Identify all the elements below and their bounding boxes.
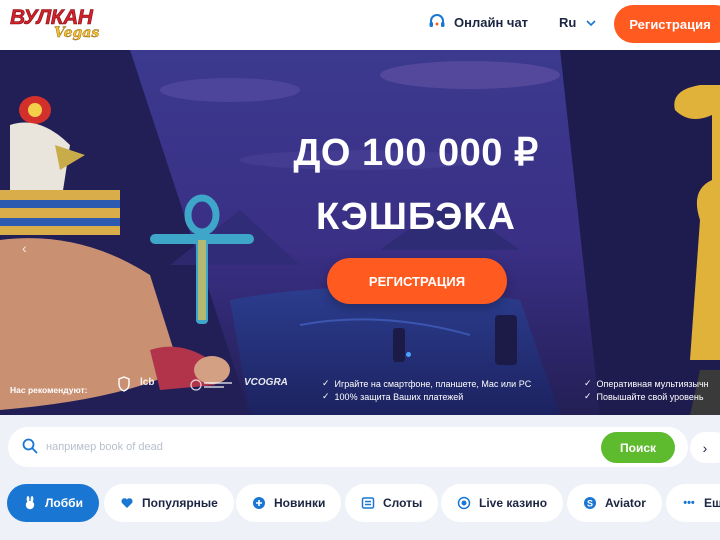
chevron-down-icon bbox=[586, 19, 596, 26]
shield-icon bbox=[118, 376, 130, 392]
search-button[interactable]: Поиск bbox=[601, 432, 675, 463]
chevron-left-icon[interactable]: ‹ bbox=[22, 240, 27, 256]
tab-label: Слоты bbox=[383, 496, 423, 510]
search-input[interactable] bbox=[46, 437, 586, 457]
online-chat-link[interactable]: Онлайн чат bbox=[428, 14, 528, 30]
tab-live-casino[interactable]: Live казино bbox=[441, 484, 564, 522]
partner-ecogra-label: VCOGRA bbox=[244, 377, 288, 388]
tab-new[interactable]: Новинки bbox=[236, 484, 342, 522]
check-icon: ✓ bbox=[322, 378, 330, 388]
next-button[interactable]: › bbox=[690, 432, 720, 463]
tab-label: Популярные bbox=[142, 496, 218, 510]
logo[interactable]: ВУЛКАН Vegas bbox=[10, 6, 110, 46]
slots-icon bbox=[361, 497, 375, 509]
live-icon bbox=[457, 496, 471, 510]
tab-label: Ещ bbox=[704, 496, 720, 510]
more-icon: ••• bbox=[683, 497, 695, 509]
chevron-right-icon: › bbox=[702, 439, 708, 456]
feature-item: ✓ Повышайте свой уровень bbox=[584, 391, 704, 402]
feature-item: ✓ Оперативная мультиязычн bbox=[584, 378, 709, 389]
tab-lobby[interactable]: Лобби bbox=[7, 484, 99, 522]
search-bar bbox=[8, 427, 688, 467]
language-select[interactable]: Ru bbox=[559, 15, 596, 30]
feature-item: ✓ Играйте на смартфоне, планшете, Mac ил… bbox=[322, 378, 531, 389]
tab-more[interactable]: ••• Ещ bbox=[666, 484, 720, 522]
headset-icon bbox=[429, 14, 445, 27]
aviator-icon: S bbox=[584, 497, 596, 509]
search-icon bbox=[22, 438, 38, 454]
tab-label: Новинки bbox=[274, 496, 326, 510]
casino-guru-icon bbox=[190, 379, 232, 391]
chat-label: Онлайн чат bbox=[454, 14, 529, 30]
feature-text: Оперативная мультиязычн bbox=[596, 378, 709, 389]
header: ВУЛКАН Vegas Онлайн чат Ru Регистрация bbox=[0, 0, 720, 50]
check-icon: ✓ bbox=[322, 391, 330, 401]
promo-banner: ‹ ДО 100 000 ₽ КЭШБЭКА РЕГИСТРАЦИЯ Нас р… bbox=[0, 50, 720, 415]
language-value: Ru bbox=[559, 15, 577, 30]
tab-label: Aviator bbox=[605, 496, 646, 510]
logo-subtext: Vegas bbox=[54, 25, 100, 41]
svg-text:S: S bbox=[587, 499, 593, 509]
check-icon: ✓ bbox=[584, 378, 592, 388]
tab-popular[interactable]: Популярные bbox=[104, 484, 234, 522]
register-button[interactable]: Регистрация bbox=[614, 5, 720, 43]
heart-icon bbox=[121, 498, 133, 508]
recommend-label: Нас рекомендуют: bbox=[10, 385, 88, 395]
tab-label: Live казино bbox=[479, 496, 548, 510]
tab-slots[interactable]: Слоты bbox=[345, 484, 439, 522]
banner-subheadline: КЭШБЭКА bbox=[316, 196, 516, 238]
banner-register-button[interactable]: РЕГИСТРАЦИЯ bbox=[327, 258, 507, 304]
feature-text: 100% защита Ваших платежей bbox=[334, 391, 464, 402]
rabbit-icon bbox=[25, 496, 35, 510]
feature-text: Играйте на смартфоне, планшете, Mac или … bbox=[334, 378, 532, 389]
carousel-dot[interactable] bbox=[406, 352, 411, 357]
partner-ecogra[interactable]: VCOGRA bbox=[244, 377, 288, 388]
tab-aviator[interactable]: S Aviator bbox=[567, 484, 662, 522]
banner-headline: ДО 100 000 ₽ bbox=[293, 132, 539, 174]
tab-label: Лобби bbox=[45, 496, 83, 510]
partner-lcb[interactable]: lcb bbox=[140, 377, 154, 388]
partner-lcb-label: lcb bbox=[140, 377, 155, 388]
feature-item: ✓ 100% защита Ваших платежей bbox=[322, 391, 463, 402]
check-icon: ✓ bbox=[584, 391, 592, 401]
plus-icon bbox=[253, 497, 265, 509]
feature-text: Повышайте свой уровень bbox=[596, 391, 704, 402]
